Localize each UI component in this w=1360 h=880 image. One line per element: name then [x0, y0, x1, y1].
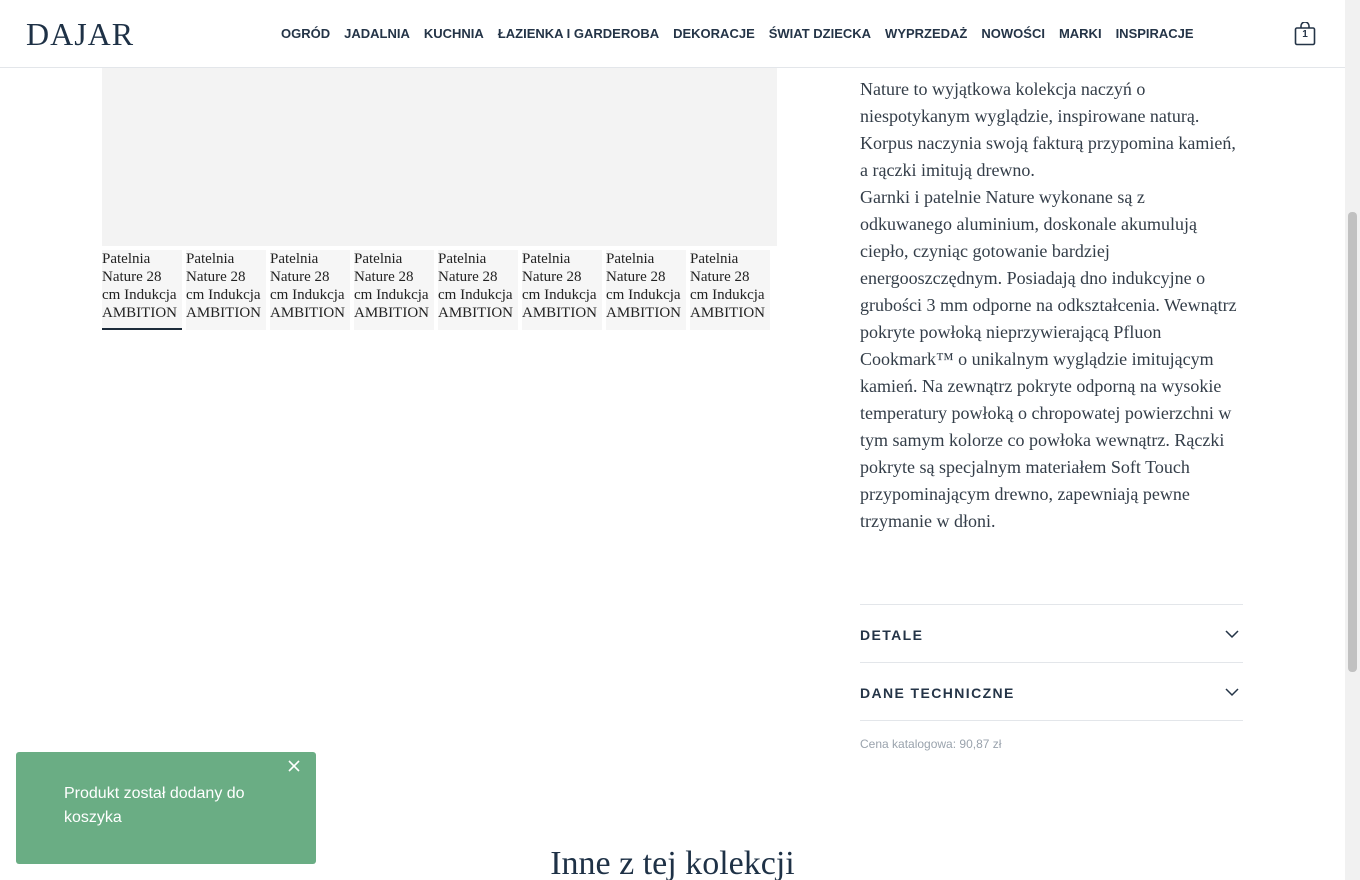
site-logo[interactable]: DAJAR — [26, 16, 134, 52]
thumbnail-alt-text: Patelnia Nature 28 cm Indukcja AMBITION — [690, 251, 765, 321]
thumbnail-8[interactable]: Patelnia Nature 28 cm Indukcja AMBITION — [690, 250, 770, 330]
accordion-technical-label: DANE TECHNICZNE — [860, 685, 1015, 701]
cart-count: 1 — [1302, 29, 1308, 40]
thumbnail-4[interactable]: Patelnia Nature 28 cm Indukcja AMBITION — [354, 250, 434, 330]
nav-item-nowosci[interactable]: NOWOŚCI — [974, 26, 1052, 42]
thumbnail-2[interactable]: Patelnia Nature 28 cm Indukcja AMBITION — [186, 250, 266, 330]
chevron-down-icon — [1225, 688, 1239, 697]
divider — [860, 720, 1243, 721]
scrollbar-thumb[interactable] — [1348, 212, 1357, 672]
product-main-image[interactable] — [102, 68, 777, 246]
nav-item-wyprzedaz[interactable]: WYPRZEDAŻ — [878, 26, 974, 42]
thumbnail-5[interactable]: Patelnia Nature 28 cm Indukcja AMBITION — [438, 250, 518, 330]
nav-item-marki[interactable]: MARKI — [1052, 26, 1109, 42]
thumbnail-7[interactable]: Patelnia Nature 28 cm Indukcja AMBITION — [606, 250, 686, 330]
nav-item-swiat-dziecka[interactable]: ŚWIAT DZIECKA — [762, 26, 878, 42]
nav-item-lazienka[interactable]: ŁAZIENKA I GARDEROBA — [491, 26, 666, 42]
thumbnail-6[interactable]: Patelnia Nature 28 cm Indukcja AMBITION — [522, 250, 602, 330]
thumbnail-alt-text: Patelnia Nature 28 cm Indukcja AMBITION — [438, 251, 513, 321]
chevron-down-icon — [1225, 630, 1239, 639]
added-to-cart-toast: Produkt został dodany do koszyka — [16, 752, 316, 864]
page-scrollbar[interactable] — [1345, 0, 1360, 880]
product-thumbnails: Patelnia Nature 28 cm Indukcja AMBITION … — [102, 250, 770, 330]
accordion-details-label: DETALE — [860, 627, 924, 643]
product-description: Ambition. Nature to wyjątkowa kolekcja n… — [860, 49, 1240, 535]
accordion-details[interactable]: DETALE — [860, 604, 1243, 662]
thumbnail-alt-text: Patelnia Nature 28 cm Indukcja AMBITION — [606, 251, 681, 321]
site-header: DAJAR OGRÓD JADALNIA KUCHNIA ŁAZIENKA I … — [0, 0, 1345, 68]
nav-item-ogrod[interactable]: OGRÓD — [274, 26, 337, 42]
thumbnail-alt-text: Patelnia Nature 28 cm Indukcja AMBITION — [354, 251, 429, 321]
cart-button[interactable]: 1 — [1294, 22, 1316, 46]
main-nav: OGRÓD JADALNIA KUCHNIA ŁAZIENKA I GARDER… — [274, 26, 1201, 42]
catalog-price: Cena katalogowa: 90,87 zł — [860, 737, 1002, 751]
accordion-technical[interactable]: DANE TECHNICZNE — [860, 662, 1243, 720]
close-icon[interactable] — [286, 758, 302, 774]
nav-item-kuchnia[interactable]: KUCHNIA — [417, 26, 491, 42]
description-paragraph: Nature to wyjątkowa kolekcja naczyń o ni… — [860, 79, 1236, 180]
thumbnail-alt-text: Patelnia Nature 28 cm Indukcja AMBITION — [102, 251, 177, 321]
thumbnail-alt-text: Patelnia Nature 28 cm Indukcja AMBITION — [186, 251, 261, 321]
nav-item-inspiracje[interactable]: INSPIRACJE — [1109, 26, 1201, 42]
nav-item-jadalnia[interactable]: JADALNIA — [337, 26, 417, 42]
thumbnail-3[interactable]: Patelnia Nature 28 cm Indukcja AMBITION — [270, 250, 350, 330]
thumbnail-alt-text: Patelnia Nature 28 cm Indukcja AMBITION — [270, 251, 345, 321]
active-thumbnail-indicator — [102, 328, 182, 330]
toast-message: Produkt został dodany do koszyka — [64, 785, 245, 826]
thumbnail-alt-text: Patelnia Nature 28 cm Indukcja AMBITION — [522, 251, 597, 321]
nav-item-dekoracje[interactable]: DEKORACJE — [666, 26, 762, 42]
description-paragraph: Garnki i patelnie Nature wykonane są z o… — [860, 187, 1237, 531]
thumbnail-1[interactable]: Patelnia Nature 28 cm Indukcja AMBITION — [102, 250, 182, 330]
